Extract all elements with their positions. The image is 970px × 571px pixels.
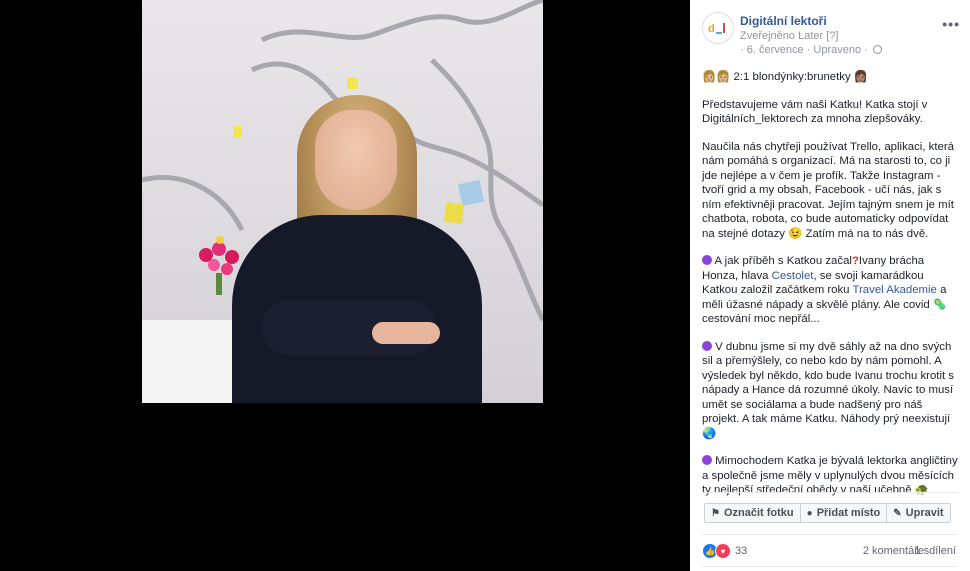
- tag-icon: ⚑: [711, 507, 720, 519]
- divider: [702, 534, 958, 535]
- photo-viewer-stage: [0, 0, 690, 571]
- shares-count-link[interactable]: 1 sdílení: [914, 545, 956, 557]
- divider: [702, 492, 958, 493]
- microbe-emoji-icon: 🦠: [932, 298, 948, 311]
- divider: [702, 566, 958, 567]
- reactions-count: 33: [735, 545, 748, 557]
- purple-circle-icon: [702, 455, 712, 465]
- page-logo-icon: d: [708, 23, 725, 35]
- post-meta: · 6. července · Upraveno ·: [740, 44, 882, 56]
- post-paragraph-4: V dubnu jsme si my dvě sáhly až na dno s…: [702, 340, 955, 440]
- tag-photo-button[interactable]: ⚑ Označit fotku: [705, 504, 800, 522]
- post-line-1: 👩🏼👩🏼 2:1 blondýnky:brunetky 👩🏽: [702, 71, 869, 83]
- purple-circle-icon: [702, 255, 712, 265]
- woman-emoji-icon: 👩🏼: [702, 71, 717, 83]
- post-paragraph-3: A jak příběh s Katkou začal?Ivany brácha…: [702, 255, 948, 325]
- post-header: d Digitální lektoři Zveřejněno Later [?]…: [702, 12, 962, 57]
- svg-text:d: d: [708, 23, 715, 35]
- reactions-summary[interactable]: 👍 ♥ 33: [702, 543, 747, 559]
- add-location-button[interactable]: ● Přidat místo: [799, 504, 887, 522]
- woman-emoji-icon: 👩🏼: [716, 71, 731, 83]
- edit-button[interactable]: ✎ Upravit: [886, 504, 950, 522]
- sticky-note: [234, 126, 242, 138]
- post-side-panel: d Digitální lektoři Zveřejněno Later [?]…: [690, 0, 970, 571]
- photo-actions: ⚑ Označit fotku ● Přidat místo ✎ Upravit: [704, 503, 951, 523]
- location-pin-icon: ●: [806, 507, 813, 519]
- person-face: [315, 110, 397, 210]
- post-photo[interactable]: [142, 0, 543, 403]
- wink-emoji-icon: 😉: [788, 227, 803, 240]
- love-icon: ♥: [715, 543, 731, 559]
- post-paragraph-2: Naučila nás chytřeji používat Trello, ap…: [702, 140, 954, 240]
- cestolet-link[interactable]: Cestolet: [772, 270, 814, 282]
- post-options-menu[interactable]: •••: [942, 16, 960, 32]
- post-paragraph-5: Mimochodem Katka je bývalá lektorka angl…: [702, 455, 958, 496]
- globe-emoji-icon: 🌏: [702, 427, 717, 440]
- sticky-note: [443, 201, 465, 225]
- woman-emoji-icon: 👩🏽: [853, 71, 869, 83]
- purple-circle-icon: [702, 340, 712, 351]
- page-avatar[interactable]: d: [702, 12, 734, 44]
- page-name-link[interactable]: Digitální lektoři: [740, 14, 827, 28]
- red-question-icon: ?: [851, 255, 859, 267]
- hand: [372, 322, 440, 344]
- pencil-icon: ✎: [893, 507, 902, 519]
- edited-label[interactable]: Upraveno: [813, 44, 861, 56]
- post-text: 👩🏼👩🏼 2:1 blondýnky:brunetky 👩🏽 Představu…: [702, 70, 958, 511]
- globe-icon[interactable]: [872, 45, 882, 54]
- sticky-note: [347, 78, 358, 89]
- travel-akademie-link[interactable]: Travel Akademie: [852, 284, 936, 296]
- post-date[interactable]: 6. července: [747, 44, 804, 56]
- post-paragraph-1: Představujeme vám naši Katku! Katka stoj…: [702, 98, 928, 126]
- turtle-emoji-icon: 🐢: [914, 484, 929, 496]
- sticky-note: [457, 179, 485, 207]
- published-via: Zveřejněno Later [?]: [740, 30, 839, 42]
